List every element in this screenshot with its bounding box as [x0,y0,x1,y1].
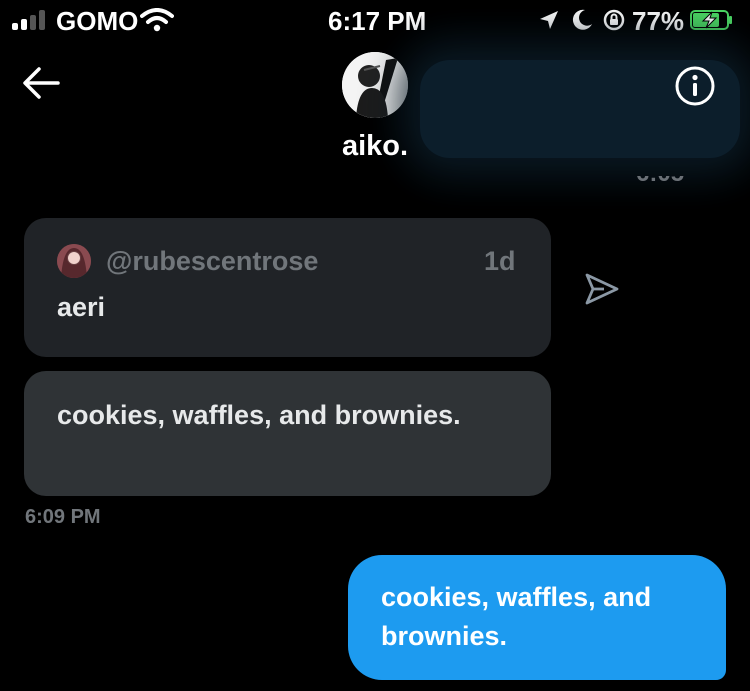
rotation-lock-icon [603,9,625,31]
signal-icon [12,10,48,30]
battery-charging-icon [690,10,732,30]
conversation-title: aiko. [341,130,409,162]
quoted-handle[interactable]: @rubescentrose [106,246,318,277]
moon-icon [572,9,592,30]
clipped-timestamp: 6:05 PM [636,176,724,188]
avatar [57,244,91,278]
avatar[interactable] [342,52,408,118]
send-icon[interactable] [584,272,620,306]
quoted-age: 1d [484,246,516,276]
quoted-tweet-card[interactable] [24,218,551,357]
quoted-text: aeri [57,292,106,322]
battery-percent: 77% [632,6,685,36]
clock-time: 6:17 PM [328,6,427,36]
wifi-icon [140,8,174,32]
carrier-name: GOMO [56,6,139,36]
incoming-message-text: cookies, waffles, and brownies. [57,400,461,430]
info-icon[interactable] [674,65,716,107]
outgoing-message-text: cookies, waffles, and brownies. [381,582,652,651]
message-timestamp: 6:09 PM [25,506,101,528]
arrow-left-icon[interactable] [22,66,60,100]
location-arrow-icon [540,11,558,29]
status-bar: GOMO 6:17 PM 77% [0,0,750,40]
